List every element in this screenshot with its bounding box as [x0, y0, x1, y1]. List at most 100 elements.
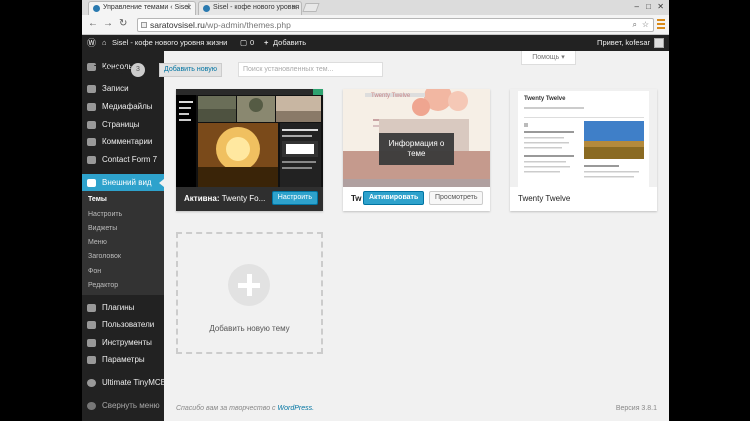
gear-icon: [87, 379, 96, 387]
tab-title: Управление темами ‹ Sisel: [103, 4, 190, 11]
sidebar-item-label: Инструменты: [102, 338, 152, 347]
theme-search-input[interactable]: Поиск установленных тем...: [238, 62, 383, 77]
submenu-customize[interactable]: Настроить: [88, 211, 122, 218]
home-icon: ⌂: [102, 38, 107, 47]
tab-title: Sisel - кофе нового уровня: [213, 4, 300, 11]
sidebar-item-label: Ultimate TinyMCE: [102, 378, 167, 387]
forward-icon[interactable]: →: [103, 18, 113, 29]
browser-tab[interactable]: Sisel - кофе нового уровня ✕: [198, 1, 302, 15]
admin-bar: Ⓦ ⌂ Sisel - кофе нового уровня жизни ▢ 0…: [82, 35, 669, 51]
submenu-menus[interactable]: Меню: [88, 239, 107, 246]
browser-menu-icon[interactable]: [657, 19, 665, 29]
footer-thanks: Спасибо вам за творчество с: [176, 405, 276, 412]
collapse-icon: [87, 402, 96, 410]
reload-icon[interactable]: ↻: [119, 18, 127, 29]
sidebar-item-tinymce[interactable]: Ultimate TinyMCE: [82, 374, 167, 392]
sidebar-item-label: Плагины: [102, 303, 135, 312]
site-favicon-icon: [203, 5, 210, 12]
close-tab-icon[interactable]: ✕: [291, 2, 298, 14]
mail-icon: [87, 156, 96, 164]
maximize-icon[interactable]: □: [646, 2, 651, 11]
theme-name-bar: Twenty Twelve: [510, 187, 657, 211]
comment-icon[interactable]: ▢: [240, 35, 247, 51]
customize-button[interactable]: Настроить: [271, 191, 318, 205]
address-bar[interactable]: saratovsisel.ru/wp-admin/themes.php ⌕ ☆: [137, 18, 654, 32]
url-domain: saratovsisel.ru: [150, 20, 205, 30]
add-new-menu[interactable]: Добавить: [273, 35, 306, 51]
theme-header-text: Twenty Twelve: [524, 96, 566, 102]
sidebar-item-label: Записи: [102, 84, 129, 93]
minimize-icon[interactable]: –: [635, 2, 639, 11]
sidebar-item-label: Внешний вид: [102, 178, 152, 187]
version-label: Версия 3.8.1: [615, 405, 657, 412]
theme-details-overlay[interactable]: Информация о теме: [379, 133, 454, 165]
close-window-icon[interactable]: ✕: [657, 2, 664, 11]
wordpress-link[interactable]: WordPress.: [277, 405, 314, 412]
theme-screenshot: Twenty Twelve: [510, 89, 657, 187]
sidebar-item-label: Комментарии: [102, 137, 153, 146]
theme-name: Twenty Twelve: [518, 194, 571, 203]
media-icon: [87, 103, 96, 111]
sidebar-item-posts[interactable]: Записи: [82, 80, 164, 98]
active-prefix: Активна:: [184, 194, 220, 203]
sidebar-item-label: Медиафайлы: [102, 102, 153, 111]
close-tab-icon[interactable]: ✕: [185, 2, 192, 14]
theme-card-active[interactable]: Активна: Twenty Fo... Настроить: [176, 89, 323, 211]
comments-count: 0: [250, 38, 255, 47]
sidebar-item-settings[interactable]: Параметры: [82, 351, 164, 369]
plugin-icon: [87, 304, 96, 312]
settings-icon: [87, 356, 96, 364]
site-name-link[interactable]: Sisel - кофе нового уровня жизни: [112, 35, 227, 51]
admin-sidebar: Консоль Записи Медиафайлы Страницы Комме…: [82, 51, 167, 421]
page-title: Темы: [94, 62, 127, 77]
sidebar-item-label: Свернуть меню: [102, 401, 160, 410]
search-icon[interactable]: ⌕: [633, 19, 637, 31]
submenu-widgets[interactable]: Виджеты: [88, 225, 117, 232]
wordpress-logo-icon[interactable]: Ⓦ: [87, 35, 96, 51]
avatar[interactable]: [654, 38, 664, 48]
users-icon: [87, 321, 96, 329]
page-icon: [141, 22, 147, 28]
brush-icon: [87, 179, 96, 187]
submenu-background[interactable]: Фон: [88, 268, 101, 275]
url-path: /wp-admin/themes.php: [204, 20, 291, 30]
theme-name: Tw: [351, 194, 362, 203]
theme-header-text: Twenty Twelve: [371, 93, 411, 99]
add-new-theme-label: Добавить новую тему: [209, 324, 290, 333]
theme-name: Twenty Fo...: [221, 194, 266, 203]
add-new-theme-card[interactable]: Добавить новую тему: [176, 232, 323, 354]
sidebar-item-media[interactable]: Медиафайлы: [82, 98, 164, 116]
theme-card[interactable]: Информация о теме Twenty Twelve Tw Актив…: [343, 89, 490, 211]
sidebar-item-contact-form[interactable]: Contact Form 7: [82, 151, 164, 169]
bookmark-star-icon[interactable]: ☆: [642, 19, 649, 31]
sidebar-item-users[interactable]: Пользователи: [82, 316, 164, 334]
live-preview-button[interactable]: Просмотреть: [429, 191, 484, 205]
back-icon[interactable]: ←: [88, 18, 98, 29]
new-tab-button[interactable]: [302, 3, 320, 12]
submenu-header[interactable]: Заголовок: [88, 253, 121, 260]
sidebar-item-pages[interactable]: Страницы: [82, 116, 164, 134]
theme-count-badge: 3: [131, 63, 145, 77]
sidebar-item-label: Страницы: [102, 120, 140, 129]
footer-credit: Спасибо вам за творчество с WordPress.: [176, 405, 314, 412]
add-new-theme-button[interactable]: Добавить новую: [159, 63, 222, 77]
theme-card[interactable]: Twenty Twelve Twenty Twelve: [510, 89, 657, 211]
browser-tab-active[interactable]: Управление темами ‹ Sisel ✕: [88, 1, 196, 15]
wordpress-favicon-icon: [93, 5, 100, 12]
plus-icon: [228, 264, 270, 306]
page-icon: [87, 121, 96, 129]
tab-strip: Управление темами ‹ Sisel ✕ Sisel - кофе…: [82, 0, 669, 15]
sidebar-item-plugins[interactable]: Плагины: [82, 299, 164, 317]
greeting-link[interactable]: Привет, kofesar: [597, 35, 650, 51]
collapse-menu-button[interactable]: Свернуть меню: [82, 397, 164, 415]
sidebar-item-label: Параметры: [102, 355, 145, 364]
activate-button[interactable]: Активировать: [363, 191, 425, 205]
submenu-themes[interactable]: Темы: [88, 196, 107, 203]
sidebar-item-comments[interactable]: Комментарии: [82, 133, 164, 151]
sidebar-item-appearance[interactable]: Внешний вид: [82, 174, 164, 192]
sidebar-item-tools[interactable]: Инструменты: [82, 334, 164, 352]
help-tab[interactable]: Помощь ▾: [521, 51, 576, 65]
submenu-editor[interactable]: Редактор: [88, 282, 118, 289]
sidebar-item-label: Contact Form 7: [102, 155, 158, 164]
plus-icon: +: [264, 38, 269, 47]
